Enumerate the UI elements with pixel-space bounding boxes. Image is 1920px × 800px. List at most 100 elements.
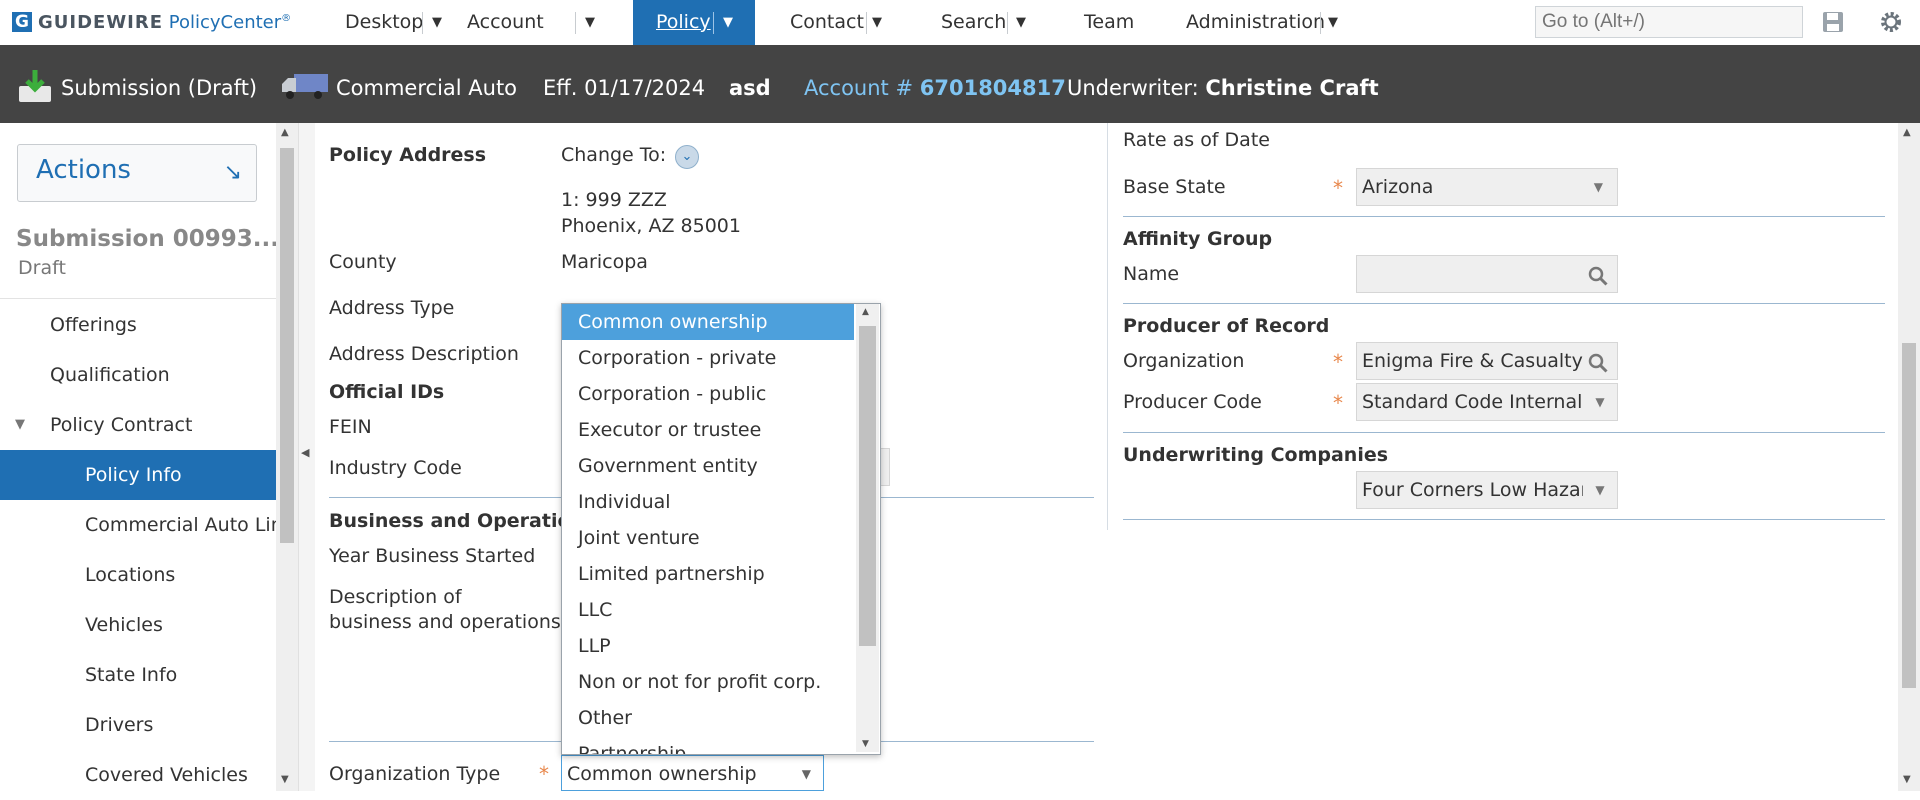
page-scroll-thumb[interactable]: [1902, 343, 1916, 688]
select-chevron-down-icon[interactable]: ▼: [1583, 384, 1617, 420]
effective-date: Eff. 01/17/2024: [543, 76, 706, 100]
change-to-chevron-down-icon[interactable]: ⌄: [675, 145, 699, 169]
scroll-down-arrow-icon[interactable]: ▼: [1903, 774, 1911, 785]
account-menu-chevron-icon[interactable]: ▼: [585, 0, 595, 45]
select-chevron-down-icon[interactable]: ▼: [1583, 472, 1617, 508]
app-name: PolicyCenter: [168, 12, 282, 33]
section-divider: [1123, 432, 1885, 433]
affinity-name-label: Name: [1123, 263, 1180, 285]
sidebar-item-state-info[interactable]: State Info: [0, 650, 276, 700]
scroll-up-arrow-icon[interactable]: ▲: [862, 307, 869, 317]
sidebar-item-covered-vehicles[interactable]: Covered Vehicles: [0, 750, 276, 800]
base-state-label: Base State: [1123, 176, 1226, 198]
dropdown-option[interactable]: Corporation - private: [562, 340, 854, 376]
underwriting-company-select[interactable]: Four Corners Low Hazar ▼: [1356, 471, 1618, 509]
app-logo[interactable]: GUIDEWIRE PolicyCenter®: [38, 12, 291, 33]
sidebar-scrollbar[interactable]: ▲ ▼: [276, 123, 298, 791]
nav-policy-label: Policy: [656, 11, 711, 33]
dropdown-option[interactable]: LLC: [562, 592, 854, 628]
dropdown-option[interactable]: Limited partnership: [562, 556, 854, 592]
dropdown-option[interactable]: LLP: [562, 628, 854, 664]
sidebar-item-policy-info[interactable]: Policy Info: [0, 450, 276, 500]
scroll-down-arrow-icon[interactable]: ▼: [862, 739, 869, 749]
scroll-up-arrow-icon[interactable]: ▲: [1903, 127, 1911, 138]
settings-gear-icon[interactable]: [1879, 10, 1903, 34]
select-chevron-down-icon[interactable]: ▼: [802, 756, 811, 790]
desktop-menu-chevron-icon[interactable]: ▼: [432, 0, 442, 45]
collapse-left-icon[interactable]: ◀: [301, 446, 309, 459]
policy-address-heading: Policy Address: [329, 144, 487, 166]
sidebar-item-policy-contract[interactable]: ▼ Policy Contract: [0, 400, 276, 450]
producer-of-record-heading: Producer of Record: [1123, 315, 1330, 337]
splitter-bar[interactable]: ◀: [298, 123, 315, 791]
organization-type-dropdown-list[interactable]: Common ownership Corporation - private C…: [561, 303, 881, 755]
official-ids-heading: Official IDs: [329, 381, 445, 403]
nav-policy[interactable]: Policy ▼: [633, 0, 755, 45]
dropdown-scroll-thumb[interactable]: [859, 326, 876, 646]
save-icon[interactable]: [1822, 11, 1844, 33]
base-state-select[interactable]: Arizona ▼: [1356, 168, 1618, 206]
industry-code-label: Industry Code: [329, 457, 462, 479]
policy-menu-chevron-icon[interactable]: ▼: [723, 0, 733, 45]
line-of-business: Commercial Auto: [336, 76, 518, 100]
scroll-down-arrow-icon[interactable]: ▼: [281, 774, 289, 785]
brand-name: GUIDEWIRE: [38, 12, 164, 33]
nav-team[interactable]: Team: [1084, 0, 1134, 45]
required-indicator: *: [539, 762, 549, 786]
dropdown-option[interactable]: Individual: [562, 484, 854, 520]
nav-desktop[interactable]: Desktop: [345, 0, 423, 45]
nav-administration[interactable]: Administration: [1186, 0, 1325, 45]
select-chevron-down-icon[interactable]: ▼: [1594, 169, 1603, 205]
dropdown-option[interactable]: Partnership: [562, 736, 854, 754]
goto-search-input[interactable]: [1535, 6, 1803, 38]
collapse-triangle-icon[interactable]: ▼: [15, 400, 25, 450]
producer-organization-input[interactable]: Enigma Fire & Casualty: [1356, 342, 1618, 380]
actions-button[interactable]: Actions ↘: [17, 144, 257, 202]
scroll-up-arrow-icon[interactable]: ▲: [281, 127, 289, 138]
producer-code-select[interactable]: Standard Code Internal I ▼: [1356, 383, 1618, 421]
submission-status: Submission (Draft): [61, 76, 258, 100]
organization-type-select[interactable]: Common ownership ▼: [561, 755, 824, 791]
underwriting-companies-heading: Underwriting Companies: [1123, 444, 1389, 466]
nav-account[interactable]: Account: [467, 0, 544, 45]
organization-type-label: Organization Type: [329, 763, 501, 785]
nav-search[interactable]: Search: [941, 0, 1006, 45]
section-divider: [1123, 519, 1885, 520]
nav-separator: [1007, 12, 1008, 34]
dropdown-option[interactable]: Government entity: [562, 448, 854, 484]
sidebar-item-vehicles[interactable]: Vehicles: [0, 600, 276, 650]
dropdown-option[interactable]: Common ownership: [562, 304, 854, 340]
required-indicator: *: [1333, 350, 1343, 374]
search-magnifier-icon[interactable]: [1587, 263, 1609, 286]
nav-contact[interactable]: Contact: [790, 0, 864, 45]
sidebar-scroll-thumb[interactable]: [280, 148, 294, 543]
affinity-name-input[interactable]: [1356, 255, 1618, 293]
dropdown-option[interactable]: Corporation - public: [562, 376, 854, 412]
sidebar-item-locations[interactable]: Locations: [0, 550, 276, 600]
account-link[interactable]: Account # 6701804817: [804, 45, 1066, 123]
search-magnifier-icon[interactable]: [1587, 350, 1609, 373]
nav-separator: [866, 12, 867, 34]
organization-label: Organization: [1123, 350, 1245, 372]
administration-menu-chevron-icon[interactable]: ▼: [1328, 0, 1338, 45]
search-menu-chevron-icon[interactable]: ▼: [1016, 0, 1026, 45]
actions-label: Actions: [36, 155, 131, 185]
affinity-group-heading: Affinity Group: [1123, 228, 1273, 250]
producer-code-value: Standard Code Internal I: [1362, 391, 1595, 413]
change-to-label: Change To:: [561, 144, 667, 166]
sidebar-item-offerings[interactable]: Offerings: [0, 300, 276, 350]
sidebar-item-drivers[interactable]: Drivers: [0, 700, 276, 750]
sidebar-item-commercial-auto-line[interactable]: Commercial Auto Lin: [0, 500, 276, 550]
organization-value: Enigma Fire & Casualty: [1362, 350, 1583, 372]
dropdown-scrollbar[interactable]: ▲ ▼: [856, 304, 879, 752]
dropdown-option[interactable]: Executor or trustee: [562, 412, 854, 448]
dropdown-option[interactable]: Non or not for profit corp.: [562, 664, 854, 700]
nav-separator: [422, 12, 423, 34]
dropdown-option[interactable]: Other: [562, 700, 854, 736]
section-divider: [1123, 216, 1885, 217]
submission-title: Submission 00993...: [16, 226, 279, 252]
dropdown-option[interactable]: Joint venture: [562, 520, 854, 556]
sidebar-item-qualification[interactable]: Qualification: [0, 350, 276, 400]
contact-menu-chevron-icon[interactable]: ▼: [872, 0, 882, 45]
page-scrollbar[interactable]: ▲ ▼: [1898, 123, 1920, 791]
